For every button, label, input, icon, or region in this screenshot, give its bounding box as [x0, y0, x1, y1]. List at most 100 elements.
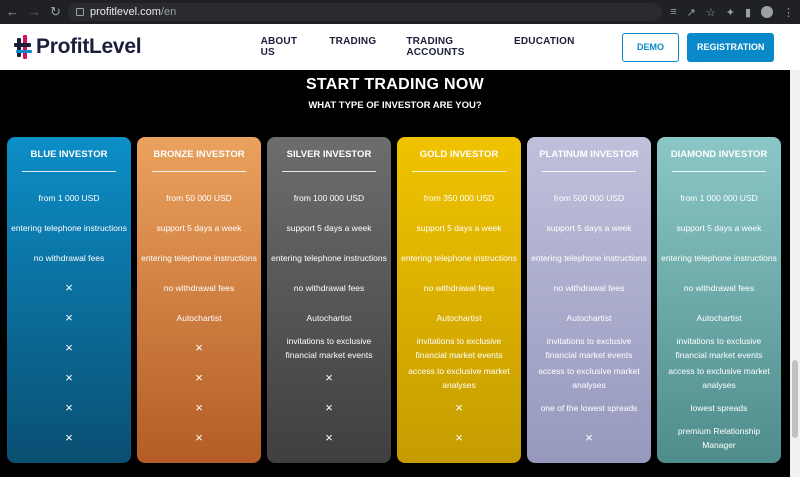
nav-about-us[interactable]: ABOUT US [261, 36, 300, 58]
feature-item: from 100 000 USD [293, 193, 365, 203]
feature-item: no withdrawal fees [33, 253, 105, 263]
card-title: DIAMOND INVESTOR [670, 149, 768, 160]
pricing-section: START TRADING NOW WHAT TYPE OF INVESTOR … [0, 70, 800, 477]
feature-item: no withdrawal fees [683, 283, 755, 293]
feature-unavailable-icon: × [141, 363, 257, 393]
feature-item: invitations to exclusive financial marke… [415, 336, 503, 360]
close-icon: × [65, 400, 73, 415]
feature-item: Autochartist [566, 313, 612, 323]
extensions-icon[interactable]: ✦ [726, 6, 735, 19]
card-title: PLATINUM INVESTOR [539, 149, 639, 160]
feature-item: entering telephone instructions [271, 253, 387, 263]
site-header: ProfitLevel ABOUT US TRADING TRADING ACC… [0, 24, 800, 70]
feature-item: entering telephone instructions [401, 253, 517, 263]
feature-unavailable-icon: × [141, 333, 257, 363]
back-icon[interactable]: ← [6, 4, 19, 20]
forward-icon[interactable]: → [28, 4, 41, 20]
reload-icon[interactable]: ↻ [50, 4, 61, 20]
feature-item: support 5 days a week [676, 223, 762, 233]
close-icon: × [65, 340, 73, 355]
nav-trading-accounts[interactable]: TRADING ACCOUNTS [406, 36, 484, 58]
feature-item: access to exclusive market analyses [538, 366, 640, 390]
feature-item: invitations to exclusive financial marke… [285, 336, 373, 360]
card-divider [672, 171, 766, 172]
feature-item: premium Relationship Manager [677, 426, 761, 450]
feature-item: from 1 000 USD [38, 193, 100, 203]
feature-item: no withdrawal fees [423, 283, 495, 293]
investor-card[interactable]: PLATINUM INVESTOR from 500 000 USD support… [527, 137, 651, 463]
main-nav: ABOUT US TRADING TRADING ACCOUNTS EDUCAT… [261, 36, 575, 58]
card-divider [542, 171, 636, 172]
card-title: GOLD INVESTOR [419, 149, 499, 160]
card-divider [152, 171, 246, 172]
feature-item: lowest spreads [690, 403, 748, 413]
feature-item: support 5 days a week [546, 223, 632, 233]
close-icon: × [325, 370, 333, 385]
close-icon: × [65, 430, 73, 445]
star-icon[interactable]: ☆ [706, 6, 716, 19]
card-divider [282, 171, 376, 172]
feature-unavailable-icon: × [11, 273, 127, 303]
feature-item: access to exclusive market analyses [408, 366, 510, 390]
investor-card[interactable]: DIAMOND INVESTOR from 1 000 000 USD suppor… [657, 137, 781, 463]
feature-unavailable-icon: × [401, 423, 517, 453]
feature-unavailable-icon: × [271, 423, 387, 453]
feature-item: Autochartist [436, 313, 482, 323]
close-icon: × [195, 370, 203, 385]
feature-item: entering telephone instructions [11, 223, 127, 233]
page-scrollbar[interactable] [790, 70, 800, 477]
section-title: START TRADING NOW [305, 76, 485, 93]
feature-unavailable-icon: × [11, 333, 127, 363]
feature-item: from 50 000 USD [166, 193, 232, 203]
feature-unavailable-icon: × [401, 393, 517, 423]
registration-button[interactable]: REGISTRATION [687, 32, 774, 62]
profile-icon[interactable] [761, 5, 773, 18]
feature-item: support 5 days a week [416, 223, 502, 233]
feature-item: entering telephone instructions [661, 253, 777, 263]
share-icon[interactable]: ↗ [687, 6, 696, 19]
close-icon: × [195, 430, 203, 445]
menu-icon[interactable]: ⋮ [783, 6, 794, 19]
browser-nav: ← → ↻ [6, 4, 68, 20]
close-icon: × [455, 400, 463, 415]
feature-item: Autochartist [306, 313, 352, 323]
feature-item: access to exclusive market analyses [668, 366, 770, 390]
feature-item: Autochartist [176, 313, 222, 323]
demo-button[interactable]: DEMO [621, 32, 680, 62]
feature-unavailable-icon: × [11, 303, 127, 333]
url-path: /en [160, 6, 177, 18]
close-icon: × [195, 340, 203, 355]
feature-item: invitations to exclusive financial marke… [545, 336, 633, 360]
feature-unavailable-icon: × [271, 393, 387, 423]
investor-card[interactable]: BRONZE INVESTOR from 50 000 USD support 5 … [137, 137, 261, 463]
close-icon: × [65, 370, 73, 385]
url-host: profitlevel.com [90, 6, 161, 18]
card-title: SILVER INVESTOR [286, 149, 372, 160]
translate-icon[interactable]: ≡ [670, 6, 676, 19]
investor-card[interactable]: GOLD INVESTOR from 350 000 USD support 5 d… [397, 137, 521, 463]
feature-item: no withdrawal fees [293, 283, 365, 293]
nav-trading[interactable]: TRADING [329, 36, 376, 58]
close-icon: × [65, 280, 73, 295]
feature-item: from 350 000 USD [423, 193, 495, 203]
feature-item: no withdrawal fees [163, 283, 235, 293]
card-title: BLUE INVESTOR [30, 149, 108, 160]
close-icon: × [585, 430, 593, 445]
feature-item: entering telephone instructions [141, 253, 257, 263]
address-bar[interactable]: profitlevel.com/en [68, 3, 662, 21]
sidebar-icon[interactable]: ▮ [745, 6, 751, 19]
feature-unavailable-icon: × [531, 423, 647, 453]
feature-unavailable-icon: × [11, 423, 127, 453]
investor-card[interactable]: SILVER INVESTOR from 100 000 USD support 5… [267, 137, 391, 463]
logo-text: ProfitLevel [36, 35, 142, 58]
feature-unavailable-icon: × [141, 393, 257, 423]
nav-education[interactable]: EDUCATION [514, 36, 575, 58]
investor-card[interactable]: BLUE INVESTOR from 1 000 USD entering tele… [7, 137, 131, 463]
browser-tools: ≡ ↗ ☆ ✦ ▮ ⋮ [670, 5, 794, 19]
browser-toolbar: ← → ↻ profitlevel.com/en ≡ ↗ ☆ ✦ ▮ ⋮ [0, 0, 800, 24]
close-icon: × [195, 400, 203, 415]
scrollbar-thumb[interactable] [792, 360, 798, 438]
logo[interactable]: ProfitLevel [14, 34, 163, 60]
close-icon: × [455, 430, 463, 445]
card-divider [412, 171, 506, 172]
